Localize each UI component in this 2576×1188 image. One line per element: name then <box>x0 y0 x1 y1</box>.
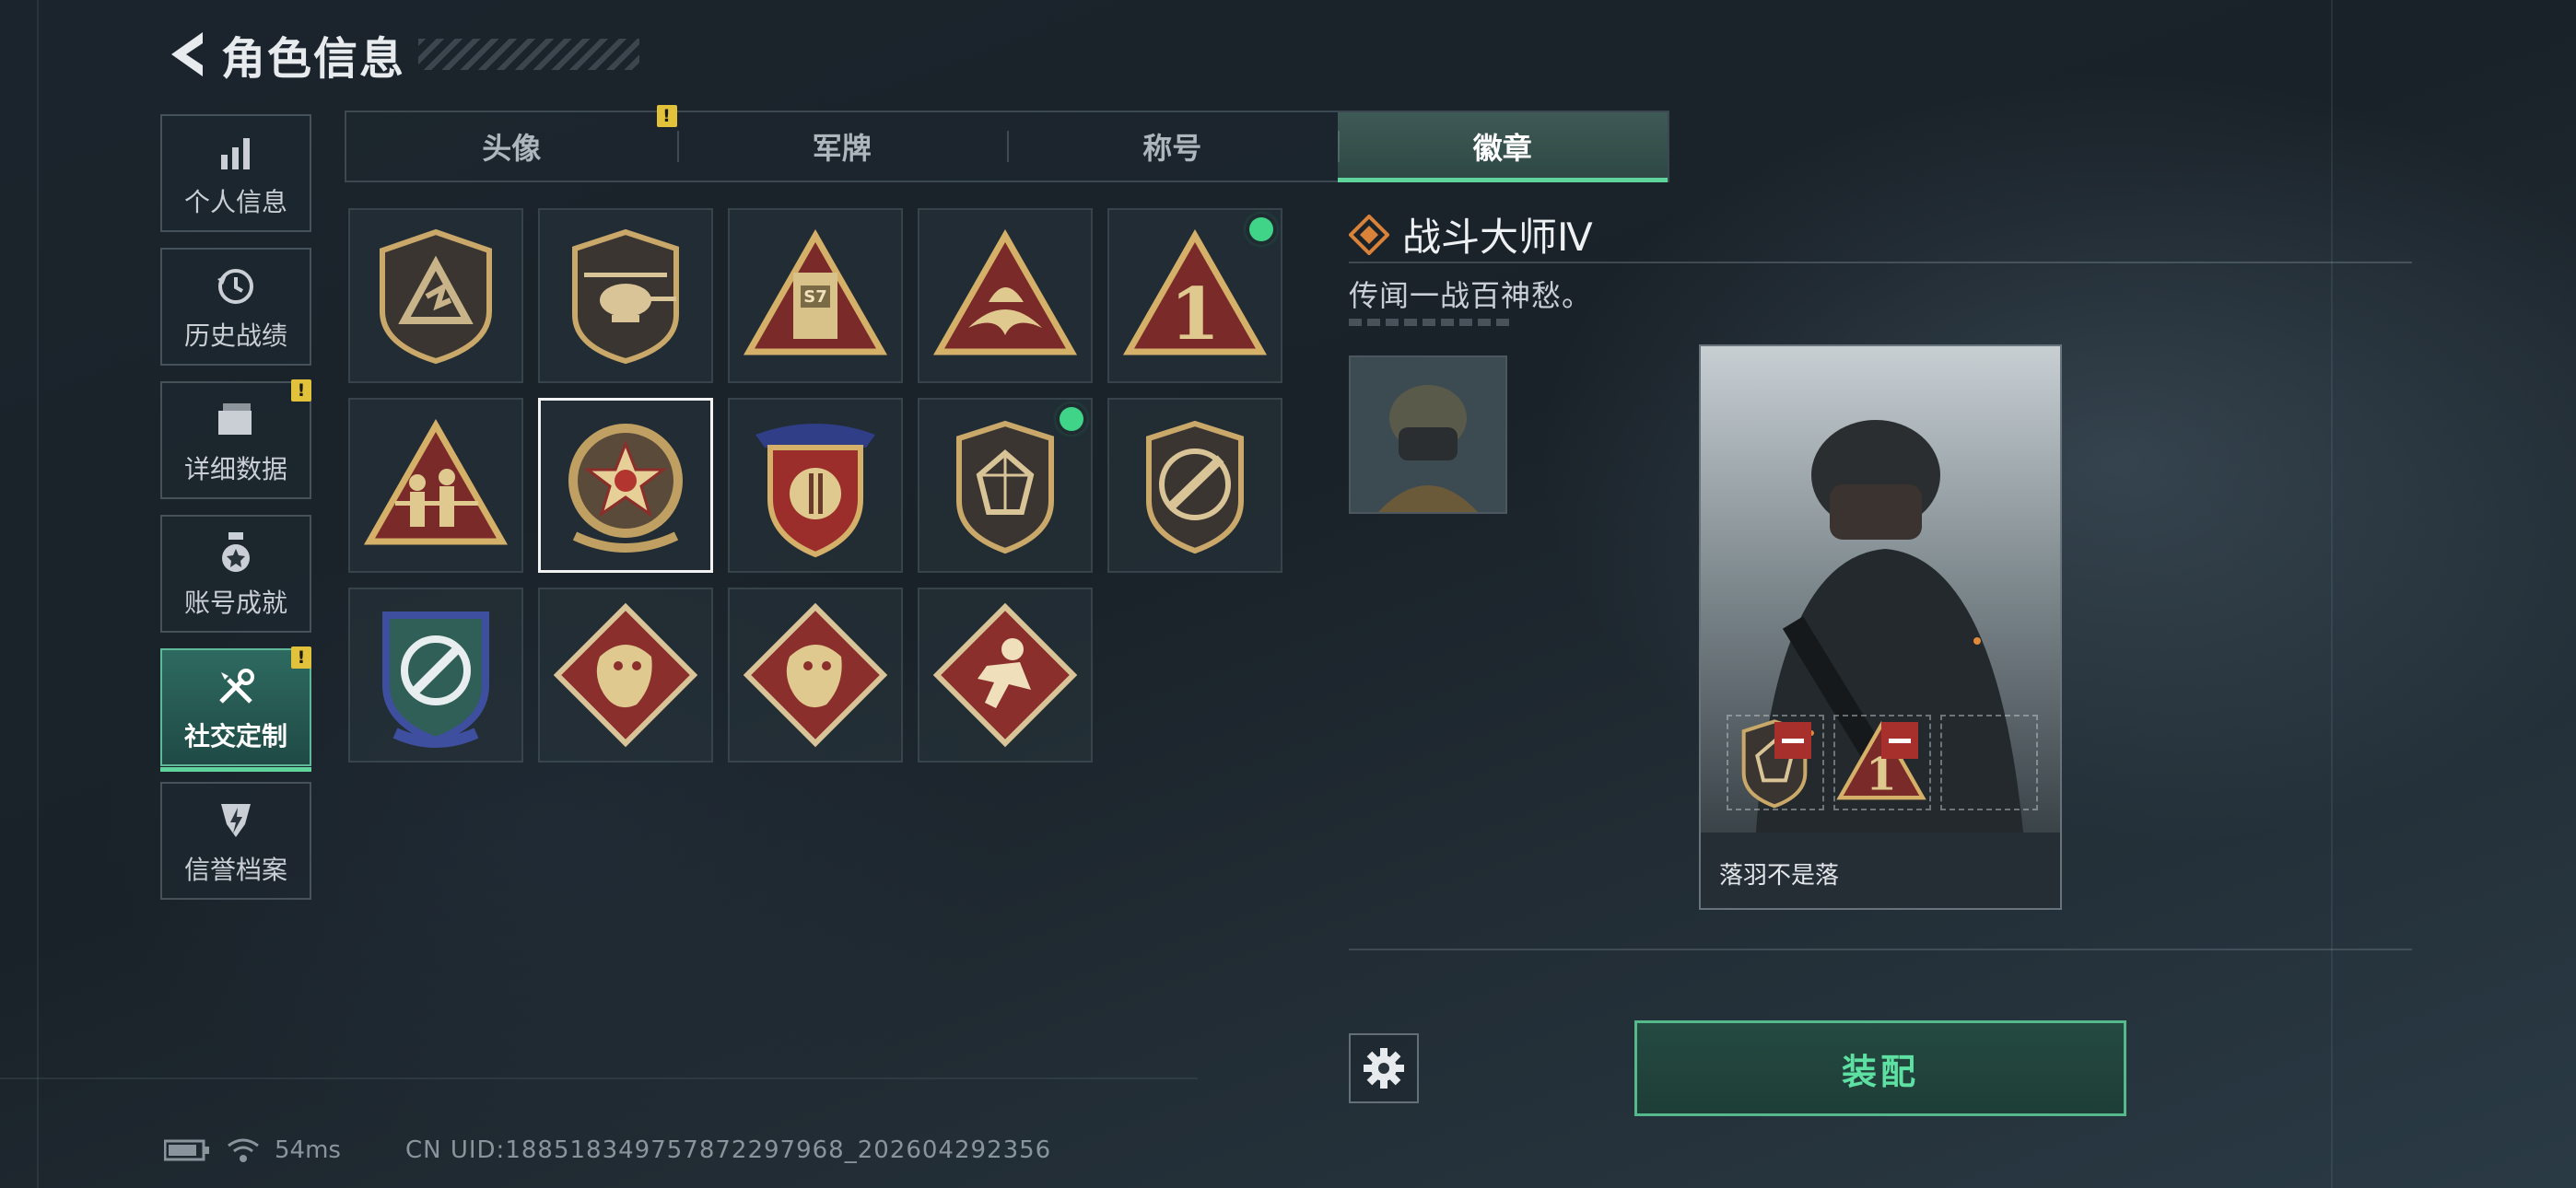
badge-name: 战斗大师Ⅳ <box>1402 215 1593 260</box>
new-indicator-dot <box>1060 407 1083 431</box>
new-indicator-dot <box>1249 217 1273 241</box>
badge-item[interactable] <box>918 398 1093 573</box>
dragon-diamond-badge-icon <box>553 602 698 748</box>
badge-item[interactable] <box>538 208 713 383</box>
divider <box>1349 262 2412 263</box>
remove-badge-button[interactable] <box>1774 722 1811 759</box>
divider <box>1349 949 2412 950</box>
sidebar: 个人信息 历史战绩 详细数据 ! 账号成就 社交定制 ! 信誉档案 <box>160 114 313 915</box>
badge-item[interactable] <box>728 398 903 573</box>
badge-item[interactable]: 1 <box>1107 208 1282 383</box>
warning-badge: ! <box>656 105 677 127</box>
soldiers-triangle-badge-icon <box>363 418 509 545</box>
minus-icon <box>1889 738 1911 743</box>
badge-item[interactable] <box>348 208 523 383</box>
decor-line <box>37 0 39 1188</box>
tab-label: 军牌 <box>812 131 872 166</box>
sidebar-item-label: 详细数据 <box>183 454 287 484</box>
sidebar-item-history[interactable]: 历史战绩 <box>160 248 311 366</box>
decor-line <box>2331 0 2333 1188</box>
s7-tower-badge-icon: S7 <box>743 228 888 355</box>
dragon-diamond-badge-2-icon <box>743 602 888 748</box>
badge-item[interactable] <box>348 398 523 573</box>
sidebar-item-details[interactable]: 详细数据 ! <box>160 379 311 499</box>
equip-button[interactable]: 装配 <box>1634 1020 2126 1116</box>
minus-icon <box>1782 738 1804 743</box>
badge-description: 传闻一战百神愁。 <box>1349 278 1593 313</box>
gem-shield-badge-icon <box>956 420 1054 554</box>
badge-item[interactable] <box>918 208 1093 383</box>
page-header: 角色信息 <box>164 22 640 87</box>
folder-icon <box>216 394 256 446</box>
crosshair-blue-badge-icon <box>382 611 489 748</box>
sidebar-item-personal-info[interactable]: 个人信息 <box>160 114 311 232</box>
title-decoration <box>418 39 640 70</box>
character-card: 1 落羽不是落 <box>1699 344 2062 910</box>
tab-badge[interactable]: 徽章 <box>1337 112 1668 182</box>
ping-readout: 54ms <box>275 1136 341 1164</box>
tab-label: 称号 <box>1142 131 1202 166</box>
warning-badge: ! <box>291 646 311 669</box>
badge-item[interactable] <box>728 588 903 763</box>
status-bar: 54ms CN UID:1885183497578722979​68_20260… <box>164 1136 1051 1164</box>
wifi-icon <box>228 1138 259 1162</box>
wave-triangle-badge-icon <box>932 228 1078 355</box>
sidebar-item-achievements[interactable]: 账号成就 <box>160 515 311 633</box>
settings-button[interactable] <box>1349 1033 1419 1103</box>
number-one-badge-icon: 1 <box>1122 228 1268 356</box>
badge-item[interactable]: S7 <box>728 208 903 383</box>
blurred-subtext <box>1349 319 1515 326</box>
svg-text:1: 1 <box>1170 273 1220 356</box>
svg-text:S7: S7 <box>803 287 827 307</box>
medal-icon <box>217 528 254 579</box>
back-arrow-icon[interactable] <box>164 27 210 82</box>
sidebar-item-label: 信誉档案 <box>183 855 287 885</box>
remove-badge-button[interactable] <box>1881 722 1918 759</box>
history-clock-icon <box>216 261 256 312</box>
tools-icon <box>216 661 256 713</box>
rifle-shield-badge-icon <box>1146 420 1244 554</box>
tab-dogtag[interactable]: 军牌 <box>676 112 1008 181</box>
badge-item[interactable] <box>918 588 1093 763</box>
sidebar-item-reputation[interactable]: 信誉档案 <box>160 782 311 900</box>
sidebar-item-label: 历史战绩 <box>183 320 287 351</box>
badge-item[interactable] <box>538 588 713 763</box>
crest-stars-badge-icon <box>755 424 875 558</box>
page-title: 角色信息 <box>221 33 406 85</box>
card-player-name: 落羽不是落 <box>1719 862 1840 890</box>
star-medal-badge-icon <box>568 424 683 553</box>
tab-label: 头像 <box>482 131 542 166</box>
runner-diamond-badge-icon <box>932 602 1078 748</box>
card-footer: 落羽不是落 <box>1701 833 2060 908</box>
shield-bolt-icon <box>217 795 254 846</box>
badge-grid: S7 1 <box>348 208 1284 763</box>
player-avatar <box>1349 355 1507 514</box>
gear-icon <box>1364 1048 1404 1089</box>
badge-detail-header: 战斗大师Ⅳ <box>1349 206 1593 262</box>
tab-label: 徽章 <box>1472 131 1532 166</box>
sidebar-item-social-custom[interactable]: 社交定制 ! <box>160 646 311 772</box>
diamond-rank-icon <box>1349 214 1389 255</box>
badge-item[interactable] <box>1107 398 1282 573</box>
badge-slot-empty[interactable] <box>1940 715 2038 810</box>
triangle-shield-badge-icon <box>380 228 492 365</box>
tab-bar: 头像 ! 军牌 称号 徽章 <box>345 105 1669 182</box>
tab-avatar[interactable]: 头像 ! <box>346 105 677 181</box>
sidebar-item-label: 账号成就 <box>183 588 287 618</box>
sidebar-item-label: 个人信息 <box>183 187 287 217</box>
tab-title[interactable]: 称号 <box>1007 112 1338 181</box>
helicopter-badge-icon <box>572 228 679 365</box>
badge-item-selected[interactable] <box>538 398 713 573</box>
badge-item[interactable] <box>348 588 523 763</box>
battery-icon <box>164 1139 209 1161</box>
decor-line <box>0 1077 1198 1079</box>
sidebar-item-label: 社交定制 <box>183 721 287 751</box>
uid-text: CN UID:1885183497578722979​68_2026042923… <box>404 1136 1052 1164</box>
warning-badge: ! <box>291 379 311 402</box>
equip-button-label: 装配 <box>1841 1051 1919 1092</box>
bar-chart-icon <box>217 127 254 179</box>
